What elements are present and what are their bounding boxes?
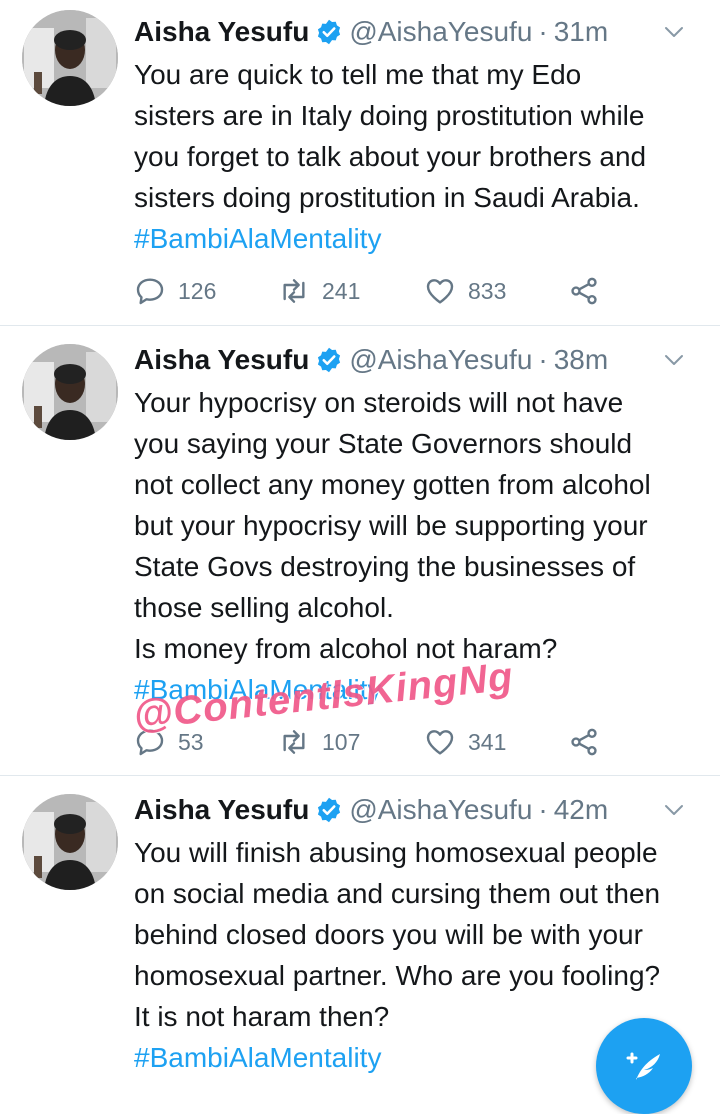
tweet-line: homosexual partner. Who are you fooling? xyxy=(134,960,661,991)
chevron-down-icon[interactable] xyxy=(662,348,686,372)
timestamp[interactable]: 38m xyxy=(554,344,608,376)
like-count: 341 xyxy=(468,728,507,755)
chevron-down-icon[interactable] xyxy=(662,20,686,44)
reply-count: 126 xyxy=(178,277,217,304)
verified-badge-icon xyxy=(315,796,343,824)
tweet-line: those selling alcohol. xyxy=(134,592,394,623)
verified-badge-icon xyxy=(315,18,343,46)
timestamp[interactable]: 31m xyxy=(554,16,608,48)
retweet-count: 107 xyxy=(322,728,361,755)
tweet-line: on social media and cursing them out the… xyxy=(134,878,661,909)
chevron-down-icon[interactable] xyxy=(662,798,686,822)
tweet-line: sisters are in Italy doing prostitution … xyxy=(134,100,645,131)
separator: · xyxy=(538,344,548,375)
verified-badge-icon xyxy=(315,346,343,374)
author-name[interactable]: Aisha Yesufu xyxy=(134,344,309,376)
heart-icon xyxy=(424,726,456,758)
tweet-header: Aisha Yesufu @AishaYesufu · 38m xyxy=(134,342,700,378)
hashtag-link[interactable]: #BambiAlaMentality xyxy=(134,218,710,259)
share-button[interactable] xyxy=(568,722,612,762)
compose-tweet-button[interactable] xyxy=(596,1018,692,1114)
reply-icon xyxy=(134,275,166,307)
tweet-text: You are quick to tell me that my Edo sis… xyxy=(134,54,710,259)
retweet-count: 241 xyxy=(322,277,361,304)
separator: · xyxy=(538,16,548,47)
separator: · xyxy=(538,794,548,825)
tweet-line: Your hypocrisy on steroids will not have xyxy=(134,387,624,418)
author-handle[interactable]: @AishaYesufu xyxy=(349,16,532,48)
tweet-line: You are quick to tell me that my Edo xyxy=(134,59,582,90)
tweet-line: behind closed doors you will be with you… xyxy=(134,919,643,950)
like-button[interactable]: 833 xyxy=(424,271,506,311)
author-name[interactable]: Aisha Yesufu xyxy=(134,794,309,826)
avatar[interactable] xyxy=(22,794,118,890)
tweet-line: You will finish abusing homosexual peopl… xyxy=(134,837,658,868)
retweet-button[interactable]: 107 xyxy=(278,722,360,762)
share-icon xyxy=(568,726,600,758)
tweet-line: State Govs destroying the businesses of xyxy=(134,551,636,582)
reply-button[interactable]: 126 xyxy=(134,271,216,311)
tweet-line: sisters doing prostitution in Saudi Arab… xyxy=(134,182,640,213)
share-icon xyxy=(568,275,600,307)
avatar[interactable] xyxy=(22,344,118,440)
tweet-line: but your hypocrisy will be supporting yo… xyxy=(134,510,648,541)
avatar[interactable] xyxy=(22,10,118,106)
tweet-actions: 126 241 833 xyxy=(134,271,614,311)
retweet-button[interactable]: 241 xyxy=(278,271,360,311)
like-count: 833 xyxy=(468,277,507,304)
tweet-text: Your hypocrisy on steroids will not have… xyxy=(134,382,710,710)
heart-icon xyxy=(424,275,456,307)
timestamp[interactable]: 42m xyxy=(554,794,608,826)
tweet-header: Aisha Yesufu @AishaYesufu · 31m xyxy=(134,14,700,50)
like-button[interactable]: 341 xyxy=(424,722,506,762)
tweet-line: you forget to talk about your brothers a… xyxy=(134,141,647,172)
share-button[interactable] xyxy=(568,271,612,311)
retweet-icon xyxy=(278,726,310,758)
tweet-1[interactable]: Aisha Yesufu @AishaYesufu · 31m You are … xyxy=(0,0,720,326)
author-handle[interactable]: @AishaYesufu xyxy=(349,344,532,376)
tweet-header: Aisha Yesufu @AishaYesufu · 42m xyxy=(134,792,700,828)
tweet-line: not collect any money gotten from alcoho… xyxy=(134,469,651,500)
tweet-line: you saying your State Governors should xyxy=(134,428,633,459)
author-name[interactable]: Aisha Yesufu xyxy=(134,16,309,48)
author-handle[interactable]: @AishaYesufu xyxy=(349,794,532,826)
compose-tweet-icon xyxy=(626,1052,660,1080)
retweet-icon xyxy=(278,275,310,307)
